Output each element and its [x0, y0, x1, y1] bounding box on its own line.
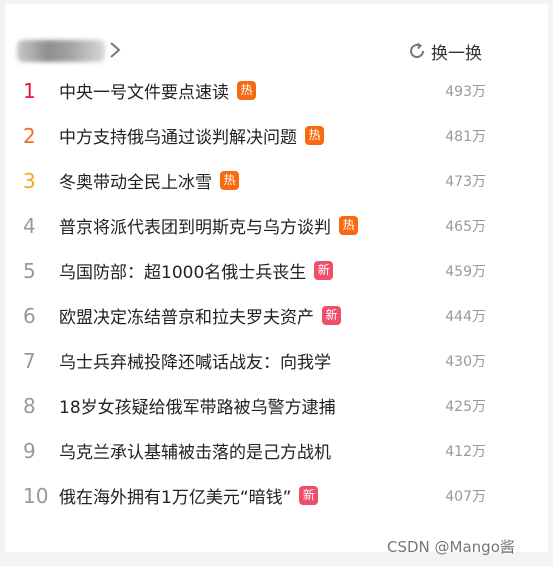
list-item-title[interactable]: 18岁女孩疑给俄军带路被乌警方逮捕 — [59, 393, 336, 418]
list-item[interactable]: 4 普京将派代表团到明斯克与乌方谈判热 465万 — [5, 203, 548, 248]
rank-number: 5 — [23, 258, 36, 283]
list-item[interactable]: 6 欧盟决定冻结普京和拉夫罗夫资产新 444万 — [5, 293, 548, 338]
refresh-button[interactable]: 换一换 — [407, 38, 482, 64]
heat-count: 407万 — [445, 488, 486, 505]
heat-count: 412万 — [445, 443, 486, 460]
list-item[interactable]: 1 中央一号文件要点速读热 493万 — [5, 68, 548, 113]
heat-count: 425万 — [445, 398, 486, 415]
heat-count: 481万 — [445, 128, 486, 145]
list-item-title[interactable]: 欧盟决定冻结普京和拉夫罗夫资产新 — [59, 303, 341, 328]
rank-number: 9 — [23, 438, 36, 463]
list-item[interactable]: 9 乌克兰承认基辅被击落的是己方战机 412万 — [5, 428, 548, 473]
rank-number: 1 — [23, 78, 36, 103]
hot-badge: 热 — [220, 171, 239, 190]
list-item-title-text[interactable]: 俄在海外拥有1万亿美元“暗钱” — [59, 483, 291, 508]
list-item-title[interactable]: 中方支持俄乌通过谈判解决问题热 — [59, 123, 324, 148]
list-item-title[interactable]: 普京将派代表团到明斯克与乌方谈判热 — [59, 213, 358, 238]
rank-number: 2 — [23, 123, 36, 148]
list-item-title-text[interactable]: 乌克兰承认基辅被击落的是己方战机 — [59, 438, 331, 463]
hot-badge: 热 — [339, 216, 358, 235]
list-item-title[interactable]: 乌克兰承认基辅被击落的是己方战机 — [59, 438, 331, 463]
list-item[interactable]: 10 俄在海外拥有1万亿美元“暗钱” 新 407万 — [5, 473, 548, 518]
hot-badge: 热 — [305, 126, 324, 145]
list-item-title-text[interactable]: 中方支持俄乌通过谈判解决问题 — [59, 123, 297, 148]
new-badge: 新 — [322, 306, 341, 325]
list-item-title[interactable]: 中央一号文件要点速读热 — [59, 78, 256, 103]
heat-count: 493万 — [445, 83, 486, 100]
list-item-title-text[interactable]: 欧盟决定冻结普京和拉夫罗夫资产 — [59, 303, 314, 328]
list-item[interactable]: 7 乌士兵弃械投降还喊话战友：向我学 430万 — [5, 338, 548, 383]
heat-count: 459万 — [445, 263, 486, 280]
list-item-title-text[interactable]: 乌士兵弃械投降还喊话战友：向我学 — [59, 348, 331, 373]
list-item[interactable]: 8 18岁女孩疑给俄军带路被乌警方逮捕 425万 — [5, 383, 548, 428]
new-badge: 新 — [314, 261, 334, 280]
hot-list-header: 换一换 — [5, 28, 548, 72]
rank-number: 10 — [23, 483, 49, 508]
heat-count: 465万 — [445, 218, 486, 235]
new-badge: 新 — [299, 486, 319, 505]
chevron-right-icon[interactable] — [106, 38, 124, 62]
blurred-title — [17, 40, 105, 62]
list-item-title-text[interactable]: 18岁女孩疑给俄军带路被乌警方逮捕 — [59, 393, 336, 418]
hot-list-card: 换一换 1 中央一号文件要点速读热 493万 2 中方支持俄乌通过谈判解决问题热 481万… — [5, 4, 548, 552]
heat-count: 473万 — [445, 173, 486, 190]
list-item-title[interactable]: 冬奥带动全民上冰雪热 — [59, 168, 239, 193]
hot-badge: 热 — [237, 81, 256, 100]
list-item[interactable]: 3 冬奥带动全民上冰雪热 473万 — [5, 158, 548, 203]
rank-number: 7 — [23, 348, 36, 373]
list-item[interactable]: 2 中方支持俄乌通过谈判解决问题热 481万 — [5, 113, 548, 158]
heat-count: 444万 — [445, 308, 486, 325]
list-item-title-text[interactable]: 中央一号文件要点速读 — [59, 78, 229, 103]
list-item-title[interactable]: 俄在海外拥有1万亿美元“暗钱” 新 — [59, 483, 319, 508]
list-item-title[interactable]: 乌士兵弃械投降还喊话战友：向我学 — [59, 348, 331, 373]
list-item-title-text[interactable]: 普京将派代表团到明斯克与乌方谈判 — [59, 213, 331, 238]
rank-number: 4 — [23, 213, 36, 238]
heat-count: 430万 — [445, 353, 486, 370]
watermark: CSDN @Mango酱 — [387, 538, 515, 556]
rank-number: 6 — [23, 303, 36, 328]
list-item-title[interactable]: 乌国防部：超1000名俄士兵丧生新 — [59, 258, 334, 283]
refresh-icon — [410, 42, 425, 59]
list-item-title-text[interactable]: 乌国防部：超1000名俄士兵丧生 — [59, 258, 306, 283]
list-item-title-text[interactable]: 冬奥带动全民上冰雪 — [59, 168, 212, 193]
rank-number: 3 — [23, 168, 36, 193]
rank-number: 8 — [23, 393, 36, 418]
refresh-label: 换一换 — [431, 43, 482, 64]
list-item[interactable]: 5 乌国防部：超1000名俄士兵丧生新 459万 — [5, 248, 548, 293]
